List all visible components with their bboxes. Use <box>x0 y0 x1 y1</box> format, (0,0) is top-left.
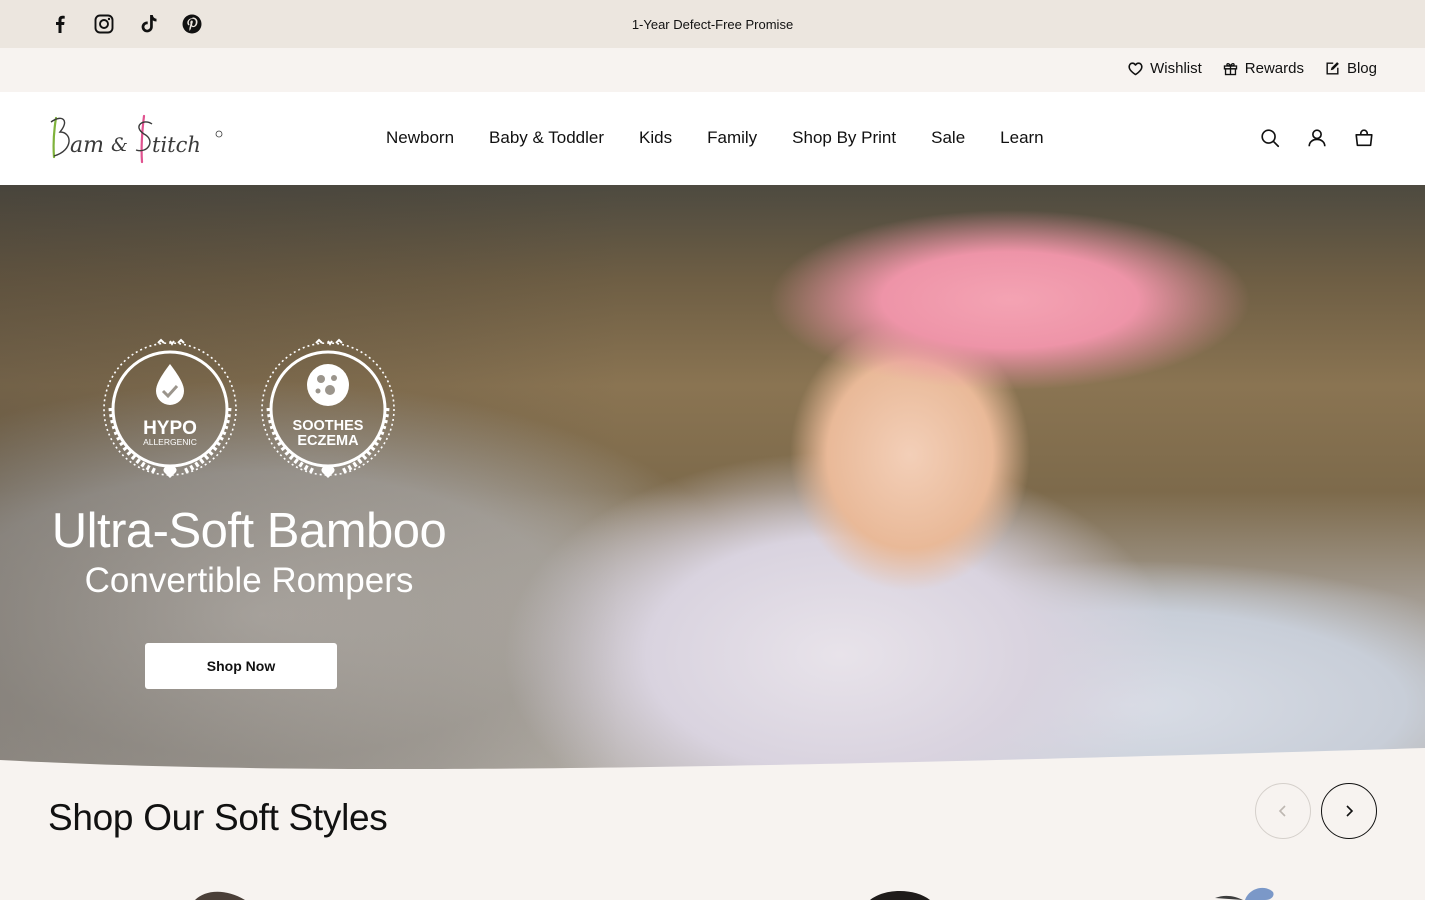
heart-icon <box>1128 62 1143 76</box>
hero-subtitle: Convertible Rompers <box>84 561 414 600</box>
badge-allergenic-text: ALLERGENIC <box>143 437 197 447</box>
announcement-bar: 1-Year Defect-Free Promise <box>0 0 1425 48</box>
rewards-label: Rewards <box>1244 60 1304 77</box>
carousel-prev-button[interactable] <box>1255 783 1311 839</box>
section-title: Shop Our Soft Styles <box>48 797 388 838</box>
hypoallergenic-badge: HYPO ALLERGENIC <box>99 338 241 486</box>
badge-soothes-text: SOOTHES <box>293 418 364 434</box>
nav-baby-toddler[interactable]: Baby & Toddler <box>489 128 604 148</box>
nav-family[interactable]: Family <box>707 128 757 148</box>
chevron-left-icon <box>1278 805 1286 817</box>
badge-eczema-text: ECZEMA <box>297 433 359 449</box>
utility-links: Wishlist Rewards Blog <box>1127 60 1377 77</box>
svg-text:am: am <box>70 133 104 158</box>
nav-newborn[interactable]: Newborn <box>386 128 454 148</box>
scrollbar[interactable] <box>1425 0 1440 900</box>
brand-logo[interactable]: am & titch <box>48 112 224 164</box>
cart-icon[interactable] <box>1353 127 1375 149</box>
product-image-peek[interactable] <box>870 886 930 900</box>
search-icon[interactable] <box>1259 127 1281 149</box>
main-header: am & titch Newborn Baby & Toddler Kids F… <box>0 92 1425 185</box>
nav-kids[interactable]: Kids <box>639 128 672 148</box>
utility-bar: Wishlist Rewards Blog <box>0 48 1425 92</box>
svg-text:&: & <box>111 134 128 156</box>
page: 1-Year Defect-Free Promise Wishlist Rewa… <box>0 0 1425 900</box>
account-icon[interactable] <box>1306 127 1328 149</box>
chevron-right-icon <box>1346 805 1354 817</box>
hero-banner: HYPO ALLERGENIC SOOTHES ECZEMA Ultra-Sof… <box>0 185 1425 775</box>
blog-label: Blog <box>1346 60 1377 77</box>
gift-icon <box>1223 62 1237 76</box>
wishlist-link[interactable]: Wishlist <box>1127 60 1202 77</box>
nav-shop-by-print[interactable]: Shop By Print <box>792 128 896 148</box>
hero-bottom-curve <box>0 748 1425 775</box>
blog-link[interactable]: Blog <box>1324 60 1377 77</box>
header-icons <box>1259 127 1375 149</box>
carousel-next-button[interactable] <box>1321 783 1377 839</box>
edit-icon <box>1326 62 1339 75</box>
nav-learn[interactable]: Learn <box>1000 128 1043 148</box>
soothes-eczema-badge: SOOTHES ECZEMA <box>257 338 399 486</box>
badge-hypo-text: HYPO <box>143 418 197 439</box>
product-image-peek[interactable] <box>195 886 245 900</box>
announcement-text[interactable]: 1-Year Defect-Free Promise <box>0 17 1425 32</box>
product-image-peek[interactable] <box>1215 886 1285 900</box>
hero-title: Ultra-Soft Bamboo <box>51 504 447 558</box>
wishlist-label: Wishlist <box>1150 60 1202 77</box>
svg-text:titch: titch <box>152 133 201 157</box>
nav-sale[interactable]: Sale <box>931 128 965 148</box>
rewards-link[interactable]: Rewards <box>1222 60 1304 77</box>
main-nav: Newborn Baby & Toddler Kids Family Shop … <box>386 128 1044 148</box>
shop-now-button[interactable]: Shop Now <box>145 643 337 689</box>
